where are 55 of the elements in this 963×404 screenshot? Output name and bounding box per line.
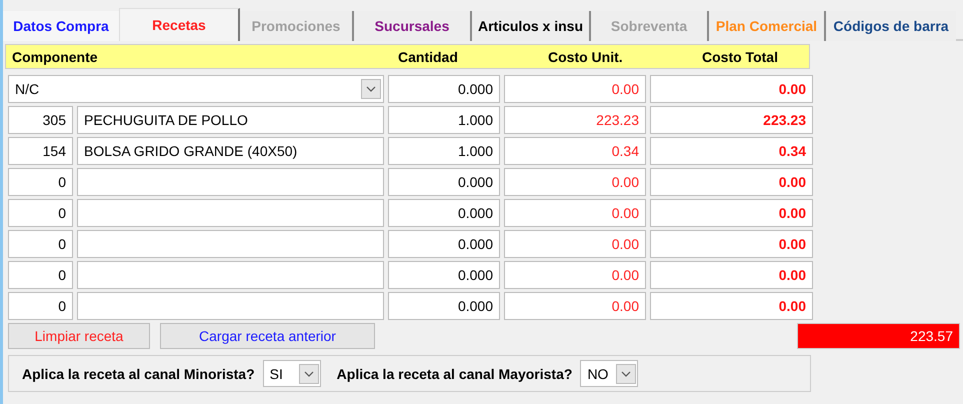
quantity-field[interactable]: 0.000 [388, 75, 500, 103]
quantity-field[interactable]: 1.000 [388, 106, 500, 134]
column-header: Componente [11, 48, 99, 64]
quantity-field[interactable]: 0.000 [388, 261, 500, 289]
total-cost-field[interactable]: 0.00 [650, 261, 813, 289]
tab[interactable]: Datos Compra [3, 11, 119, 41]
tab[interactable]: Sucursales [354, 11, 472, 41]
code-field[interactable]: 0 [8, 230, 73, 258]
channel-label: Aplica la receta al canal Minorista? [22, 366, 255, 382]
unit-cost-field[interactable]: 0.34 [504, 137, 646, 165]
quantity-field[interactable]: 0.000 [388, 199, 500, 227]
component-field[interactable]: PECHUGUITA DE POLLO [77, 106, 384, 134]
total-cost-field[interactable]: 0.00 [650, 75, 813, 103]
component-field[interactable] [77, 230, 384, 258]
unit-cost-field[interactable]: 0.00 [504, 261, 646, 289]
component-dropdown[interactable]: N/C [8, 75, 384, 103]
code-field[interactable]: 305 [8, 106, 73, 134]
load-previous-recipe-button[interactable]: Cargar receta anterior [160, 323, 375, 349]
chevron-down-icon[interactable] [361, 79, 381, 99]
unit-cost-field[interactable]: 0.00 [504, 168, 646, 196]
chevron-down-icon[interactable] [298, 364, 319, 384]
grand-total-field: 223.57 [797, 323, 960, 349]
unit-cost-field[interactable]: 0.00 [504, 199, 646, 227]
column-header: Cantidad [397, 48, 459, 64]
total-cost-field[interactable]: 223.23 [650, 106, 813, 134]
unit-cost-field[interactable]: 0.00 [504, 292, 646, 320]
component-field[interactable] [77, 292, 384, 320]
total-cost-field[interactable]: 0.00 [650, 292, 813, 320]
channel-label: Aplica la receta al canal Mayorista? [336, 366, 572, 382]
unit-cost-field[interactable]: 223.23 [504, 106, 646, 134]
quantity-field[interactable]: 0.000 [388, 292, 500, 320]
column-header: Costo Total [701, 48, 778, 64]
quantity-field[interactable]: 1.000 [388, 137, 500, 165]
component-field[interactable]: BOLSA GRIDO GRANDE (40X50) [77, 137, 384, 165]
channel-dropdown[interactable]: NO [580, 360, 638, 387]
code-field[interactable]: 0 [8, 292, 73, 320]
column-header: Costo Unit. [547, 48, 624, 64]
code-field[interactable]: 154 [8, 137, 73, 165]
tab[interactable]: Articulos x insu [472, 11, 591, 41]
code-field[interactable]: 0 [8, 199, 73, 227]
unit-cost-field[interactable]: 0.00 [504, 230, 646, 258]
quantity-field[interactable]: 0.000 [388, 230, 500, 258]
code-field[interactable]: 0 [8, 168, 73, 196]
total-cost-field[interactable]: 0.00 [650, 199, 813, 227]
total-cost-field[interactable]: 0.00 [650, 168, 813, 196]
total-cost-field[interactable]: 0.34 [650, 137, 813, 165]
code-field[interactable]: 0 [8, 261, 73, 289]
chevron-down-icon[interactable] [616, 364, 636, 384]
quantity-field[interactable]: 0.000 [388, 168, 500, 196]
total-cost-field[interactable]: 0.00 [650, 230, 813, 258]
component-field[interactable] [77, 199, 384, 227]
component-field[interactable] [77, 261, 384, 289]
channel-dropdown[interactable]: SI [262, 360, 321, 387]
unit-cost-field[interactable]: 0.00 [504, 75, 646, 103]
component-field[interactable] [77, 168, 384, 196]
